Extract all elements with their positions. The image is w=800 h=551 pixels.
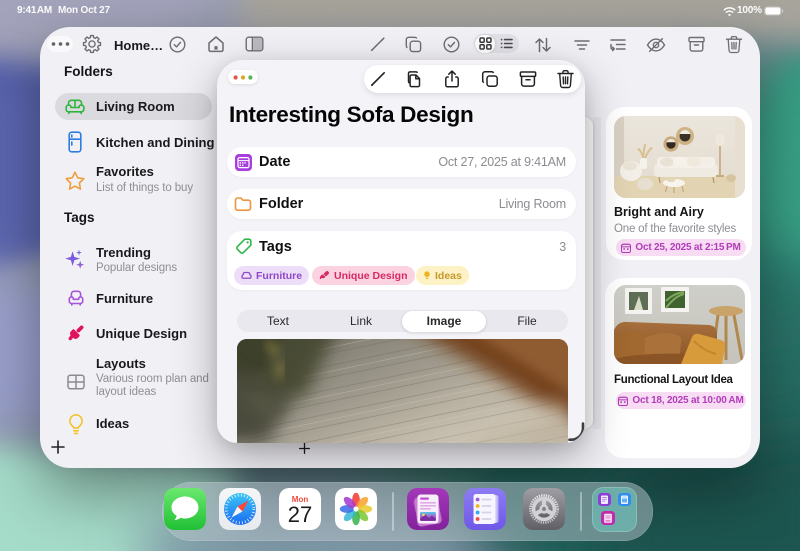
svg-text:27: 27 [288,502,312,527]
